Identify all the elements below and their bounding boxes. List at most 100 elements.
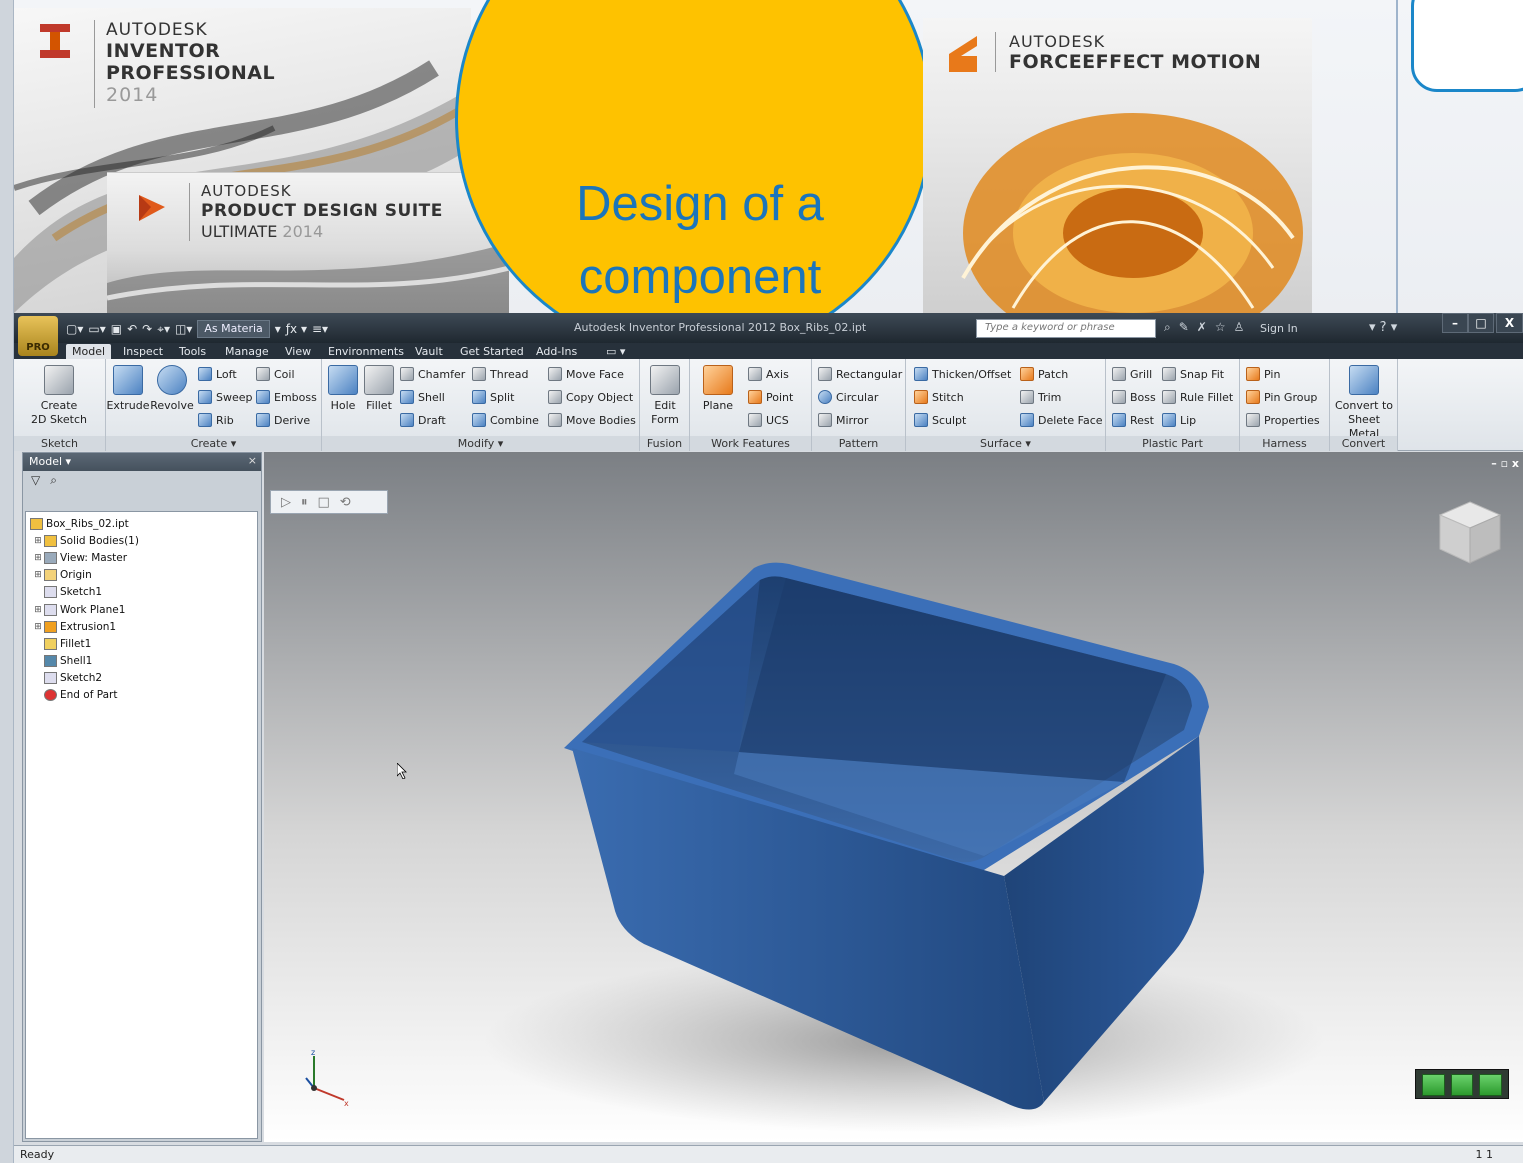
- filter-icon[interactable]: ▽: [31, 473, 40, 489]
- rest-button[interactable]: Rest: [1112, 413, 1154, 427]
- browser-tree-item[interactable]: ⊞ View: Master: [30, 549, 253, 566]
- axis-button[interactable]: Axis: [748, 367, 789, 381]
- circular-pattern-button[interactable]: Circular: [818, 390, 878, 404]
- binoculars-icon[interactable]: ⌕: [1164, 320, 1171, 335]
- revolve-button[interactable]: Revolve: [150, 365, 194, 413]
- expand-icon[interactable]: ⊞: [32, 536, 44, 546]
- derive-button[interactable]: Derive: [256, 413, 310, 427]
- sweep-button[interactable]: Sweep: [198, 390, 253, 404]
- tab-environments[interactable]: Environments: [322, 344, 410, 359]
- save-icon[interactable]: ▣: [111, 321, 122, 337]
- rule-fillet-button[interactable]: Rule Fillet: [1162, 390, 1233, 404]
- modify-panel-label[interactable]: Modify ▾: [322, 436, 639, 451]
- boss-button[interactable]: Boss: [1112, 390, 1156, 404]
- tab-vault[interactable]: Vault: [409, 344, 449, 359]
- draft-button[interactable]: Draft: [400, 413, 446, 427]
- surface-panel-label[interactable]: Surface ▾: [906, 436, 1105, 451]
- thread-button[interactable]: Thread: [472, 367, 528, 381]
- rectangular-pattern-button[interactable]: Rectangular: [818, 367, 902, 381]
- navbar-orbit-icon[interactable]: [1479, 1074, 1503, 1096]
- expand-icon[interactable]: ⊞: [32, 553, 44, 563]
- update-icon[interactable]: ◫▾: [175, 321, 192, 337]
- browser-tree-item[interactable]: End of Part: [30, 687, 253, 704]
- ribbon-options-icon[interactable]: ▭ ▾: [600, 344, 631, 359]
- communication-icon[interactable]: ✗: [1197, 320, 1207, 335]
- ucs-button[interactable]: UCS: [748, 413, 789, 427]
- sign-in-link[interactable]: Sign In: [1260, 322, 1298, 335]
- convert-to-sheet-metal-button[interactable]: Convert to Sheet Metal: [1332, 365, 1396, 441]
- application-menu-button[interactable]: PRO: [18, 316, 58, 356]
- browser-tree-item[interactable]: Shell1: [30, 653, 253, 670]
- graphics-viewport[interactable]: ▷ ⏸ □ ⟲ – ▫ x z x: [264, 452, 1523, 1142]
- browser-tree-item[interactable]: Sketch1: [30, 584, 253, 601]
- color-icon[interactable]: ≡▾: [312, 321, 328, 337]
- minimize-button[interactable]: –: [1442, 313, 1468, 333]
- browser-tree-item[interactable]: ⊞ Extrusion1: [30, 618, 253, 635]
- shell-button[interactable]: Shell: [400, 390, 445, 404]
- copy-object-button[interactable]: Copy Object: [548, 390, 633, 404]
- pin-button[interactable]: Pin: [1246, 367, 1280, 381]
- point-button[interactable]: Point: [748, 390, 793, 404]
- subscription-icon[interactable]: ✎: [1179, 320, 1189, 335]
- tab-view[interactable]: View: [279, 344, 317, 359]
- select-icon[interactable]: ⌖▾: [157, 321, 170, 337]
- tab-inspect[interactable]: Inspect: [117, 344, 169, 359]
- tab-manage[interactable]: Manage: [219, 344, 275, 359]
- lip-button[interactable]: Lip: [1162, 413, 1196, 427]
- tab-get-started[interactable]: Get Started: [454, 344, 530, 359]
- browser-tree-item[interactable]: Sketch2: [30, 670, 253, 687]
- tab-model[interactable]: Model: [66, 344, 112, 359]
- find-binoculars-icon[interactable]: ⌕: [50, 473, 57, 489]
- redo-icon[interactable]: ↷: [142, 321, 152, 337]
- close-button[interactable]: X: [1496, 313, 1523, 333]
- parameters-icon[interactable]: ƒx ▾: [286, 321, 307, 337]
- browser-tree-item[interactable]: ⊞ Work Plane1: [30, 601, 253, 618]
- expand-icon[interactable]: ⊞: [32, 605, 44, 615]
- mirror-button[interactable]: Mirror: [818, 413, 868, 427]
- snap-fit-button[interactable]: Snap Fit: [1162, 367, 1224, 381]
- delete-face-button[interactable]: Delete Face: [1020, 413, 1103, 427]
- open-file-icon[interactable]: ▭▾: [88, 321, 105, 337]
- thicken-offset-button[interactable]: Thicken/Offset: [914, 367, 1011, 381]
- combine-button[interactable]: Combine: [472, 413, 539, 427]
- rib-button[interactable]: Rib: [198, 413, 234, 427]
- grill-button[interactable]: Grill: [1112, 367, 1152, 381]
- navbar-steering-wheel-icon[interactable]: [1422, 1074, 1445, 1096]
- patch-button[interactable]: Patch: [1020, 367, 1068, 381]
- undo-icon[interactable]: ↶: [127, 321, 137, 337]
- hole-button[interactable]: Hole: [326, 365, 360, 413]
- move-bodies-button[interactable]: Move Bodies: [548, 413, 636, 427]
- browser-tree-item[interactable]: Fillet1: [30, 635, 253, 652]
- new-file-icon[interactable]: ▢▾: [66, 321, 83, 337]
- tab-tools[interactable]: Tools: [173, 344, 212, 359]
- browser-tree-item[interactable]: ⊞ Solid Bodies(1): [30, 532, 253, 549]
- create-2d-sketch-button[interactable]: Create 2D Sketch: [28, 365, 90, 427]
- sculpt-button[interactable]: Sculpt: [914, 413, 966, 427]
- browser-tree-item[interactable]: ⊞ Origin: [30, 567, 253, 584]
- loft-button[interactable]: Loft: [198, 367, 237, 381]
- split-button[interactable]: Split: [472, 390, 514, 404]
- maximize-button[interactable]: □: [1468, 313, 1494, 333]
- chamfer-button[interactable]: Chamfer: [400, 367, 465, 381]
- box-part-model[interactable]: [264, 452, 1523, 1142]
- help-search-input[interactable]: Type a keyword or phrase: [976, 319, 1156, 338]
- fillet-button[interactable]: Fillet: [362, 365, 396, 413]
- help-button[interactable]: ▾ ? ▾: [1369, 320, 1397, 335]
- navbar-pan-icon[interactable]: [1450, 1074, 1474, 1096]
- properties-button[interactable]: Properties: [1246, 413, 1320, 427]
- coil-button[interactable]: Coil: [256, 367, 295, 381]
- material-select[interactable]: As Materia: [197, 320, 270, 338]
- user-icon[interactable]: ♙: [1234, 320, 1245, 335]
- tab-add-ins[interactable]: Add-Ins: [530, 344, 583, 359]
- plane-button[interactable]: Plane: [698, 365, 738, 413]
- move-face-button[interactable]: Move Face: [548, 367, 624, 381]
- emboss-button[interactable]: Emboss: [256, 390, 317, 404]
- stitch-button[interactable]: Stitch: [914, 390, 964, 404]
- trim-button[interactable]: Trim: [1020, 390, 1061, 404]
- material-dropdown-icon[interactable]: ▾: [275, 321, 281, 337]
- edit-form-button[interactable]: Edit Form: [646, 365, 684, 427]
- browser-tree-item[interactable]: Box_Ribs_02.ipt: [30, 515, 253, 532]
- create-panel-label[interactable]: Create ▾: [106, 436, 321, 451]
- expand-icon[interactable]: ⊞: [32, 622, 44, 632]
- browser-close-icon[interactable]: ×: [248, 454, 257, 467]
